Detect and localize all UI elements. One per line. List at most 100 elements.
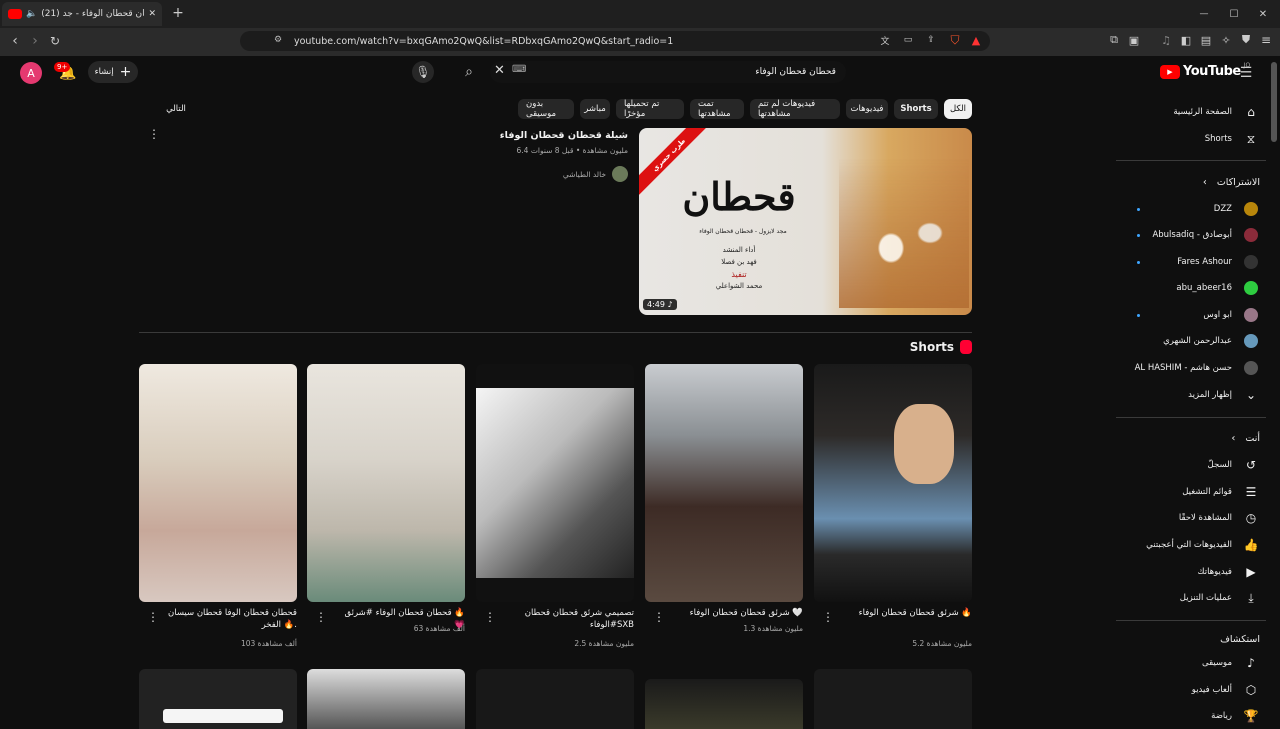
cast-icon[interactable]: ▭ — [901, 33, 915, 47]
chip-next[interactable]: التالي — [158, 99, 194, 119]
search-icon[interactable]: ⌕ — [458, 61, 480, 83]
short-title[interactable]: قحطان قحطان الوفا قحطان سيسان الفخر 🔥. — [167, 607, 297, 631]
short-face-art — [894, 404, 954, 484]
new-tab-button[interactable]: + — [170, 5, 186, 21]
short-more-icon[interactable]: ⋮ — [822, 610, 834, 624]
sidebar-item-gaming[interactable]: ألعاب فيديو ⬡ — [1130, 679, 1260, 701]
channel-avatar — [1244, 228, 1258, 242]
plus-icon: + — [119, 64, 132, 80]
media-icon[interactable]: ♫ — [1158, 32, 1174, 48]
short-title[interactable]: شرئق قحطان قحطان الوفاء 🔥 — [842, 607, 972, 619]
exclusive-label: طرب حصري — [650, 136, 688, 174]
sidebar-toggle-icon[interactable]: ◧ — [1178, 32, 1194, 48]
chip-unwatched[interactable]: فيديوهات لم تتم مشاهدتها — [750, 99, 840, 119]
maximize-button[interactable]: ☐ — [1225, 6, 1243, 22]
guide-menu-icon[interactable]: ☰ — [1236, 63, 1256, 83]
sidebar-item-history[interactable]: السجلّ ↺ — [1130, 454, 1260, 476]
chip-watched[interactable]: تمت مشاهدتها — [690, 99, 744, 119]
sidebar-label: ألعاب فيديو — [1191, 685, 1232, 695]
subscriptions-header[interactable]: ‹ الاشتراكات — [1130, 171, 1260, 193]
short-title[interactable]: تصميمي شرئق قحطان قحطان الوفاء#SXB — [504, 607, 634, 631]
channel-avatar — [612, 166, 628, 182]
next-row-thumbnail[interactable] — [307, 669, 465, 729]
short-more-icon[interactable]: ⋮ — [653, 610, 665, 624]
next-row-thumbnail-art — [163, 709, 283, 723]
next-row-thumbnail[interactable] — [814, 669, 972, 729]
subscription-item[interactable]: عبدالرحمن الشهري — [1130, 330, 1260, 352]
brave-rewards-icon[interactable]: ▲ — [968, 32, 984, 48]
next-row-thumbnail[interactable] — [645, 679, 803, 729]
subscription-item[interactable]: ابو اوس — [1130, 304, 1260, 326]
video-title[interactable]: شيلة قحطان قحطان الوفاء — [450, 130, 628, 141]
sidebar-item-your-videos[interactable]: فيديوهاتك ▶ — [1130, 561, 1260, 583]
sidebar-item-watch-later[interactable]: المشاهدة لاحقًا ◷ — [1130, 507, 1260, 529]
show-more-button[interactable]: إظهار المزيد ⌄ — [1130, 384, 1260, 406]
subscription-item[interactable]: AL HASHIM - حسن هاشم — [1130, 357, 1260, 379]
extensions-icon[interactable]: ⧉ — [1106, 32, 1122, 48]
short-more-icon[interactable]: ⋮ — [147, 610, 159, 624]
subscription-item[interactable]: abu_abeer16 — [1130, 277, 1260, 299]
sidebar-item-music[interactable]: موسيقى ♪ — [1130, 652, 1260, 674]
youtube-play-icon: ▶ — [1160, 64, 1180, 79]
brave-shield-icon[interactable]: ⛉ — [947, 32, 963, 48]
short-more-icon[interactable]: ⋮ — [484, 610, 496, 624]
tab-close-icon[interactable]: ✕ — [148, 9, 156, 19]
short-thumbnail[interactable] — [476, 364, 634, 602]
subscription-item[interactable]: Fares Ashour — [1130, 251, 1260, 273]
subscription-item[interactable]: Abulsadiq - أبوصادق — [1130, 224, 1260, 246]
sidebar-label: عبدالرحمن الشهري — [1163, 336, 1232, 346]
clear-search-icon[interactable]: ✕ — [494, 63, 505, 78]
back-icon[interactable]: ‹ — [6, 32, 24, 50]
close-window-button[interactable]: ✕ — [1254, 6, 1272, 22]
leo-ai-icon[interactable]: ✧ — [1218, 32, 1234, 48]
new-content-dot — [1137, 314, 1140, 317]
screenshot-icon[interactable]: ▣ — [1126, 32, 1142, 48]
sidebar-item-liked[interactable]: الفيديوهات التي أعجبتني 👍 — [1130, 534, 1260, 556]
chip-shorts[interactable]: Shorts — [894, 99, 938, 119]
sidebar-item-playlists[interactable]: قوائم التشغيل ☰ — [1130, 481, 1260, 503]
channel-row[interactable]: خالد الطياشي — [450, 166, 628, 182]
browser-menu-icon[interactable]: ≡ — [1258, 32, 1274, 48]
duration-text: 4:49 — [647, 300, 665, 309]
keyboard-icon[interactable]: ⌨ — [512, 64, 526, 75]
search-box[interactable]: ✕ ⌨ قحطان قحطان الوفاء — [490, 61, 846, 83]
next-row-thumbnail[interactable] — [139, 669, 297, 729]
short-more-icon[interactable]: ⋮ — [315, 610, 327, 624]
chip-no-music[interactable]: بدون موسيقى — [518, 99, 574, 119]
you-header[interactable]: ‹ أنت — [1130, 427, 1260, 449]
vpn-icon[interactable]: ⛊ — [1238, 32, 1254, 48]
audio-icon[interactable]: 🔈 — [26, 9, 37, 19]
next-row-thumbnail[interactable] — [476, 669, 634, 729]
short-title[interactable]: شرئق قحطان قحطان الوفاء 🤍 — [673, 607, 803, 619]
music-note-icon: ♪ — [1247, 656, 1255, 670]
chip-videos[interactable]: فيديوهات — [846, 99, 888, 119]
subscription-item[interactable]: DZZ — [1130, 198, 1260, 220]
chip-live[interactable]: مباشر — [580, 99, 610, 119]
history-icon: ↺ — [1245, 458, 1257, 472]
reload-icon[interactable]: ↻ — [46, 32, 64, 50]
create-button[interactable]: إنشاء + — [88, 61, 138, 83]
video-thumbnail[interactable]: طرب حصري قحطان مجد لايزول - قحطان قحطان … — [639, 128, 972, 315]
account-avatar[interactable]: A — [20, 62, 42, 84]
chip-all[interactable]: الكل — [944, 99, 972, 119]
sidebar-item-home[interactable]: الصفحة الرئيسية ⌂ — [1130, 101, 1260, 123]
video-more-icon[interactable]: ⋮ — [148, 127, 160, 141]
short-thumbnail[interactable] — [139, 364, 297, 602]
short-thumbnail[interactable] — [645, 364, 803, 602]
sidebar-item-shorts[interactable]: Shorts ⧖ — [1130, 128, 1260, 150]
voice-search-icon[interactable]: 🎙 — [412, 61, 434, 83]
browser-tab[interactable]: 🔈 (21) قحطان قحطان الوفاء - جد ✕ — [2, 2, 162, 26]
chip-recently-uploaded[interactable]: تم تحميلها مؤخرًا — [616, 99, 684, 119]
share-icon[interactable]: ⇪ — [924, 33, 938, 47]
chevron-left-icon: ‹ — [1202, 176, 1207, 188]
sidebar-item-downloads[interactable]: عمليات التنزيل ⤓ — [1130, 587, 1260, 609]
site-info-icon[interactable]: ⚙ — [274, 35, 282, 45]
short-thumbnail[interactable] — [814, 364, 972, 602]
translate-icon[interactable]: 文 — [878, 33, 892, 47]
minimize-button[interactable]: — — [1195, 6, 1213, 22]
sidebar-item-sports[interactable]: رياضة 🏆 — [1130, 705, 1260, 727]
short-thumbnail[interactable] — [307, 364, 465, 602]
forward-icon[interactable]: › — [26, 32, 44, 50]
scrollbar[interactable] — [1271, 62, 1277, 142]
wallet-icon[interactable]: ▤ — [1198, 32, 1214, 48]
